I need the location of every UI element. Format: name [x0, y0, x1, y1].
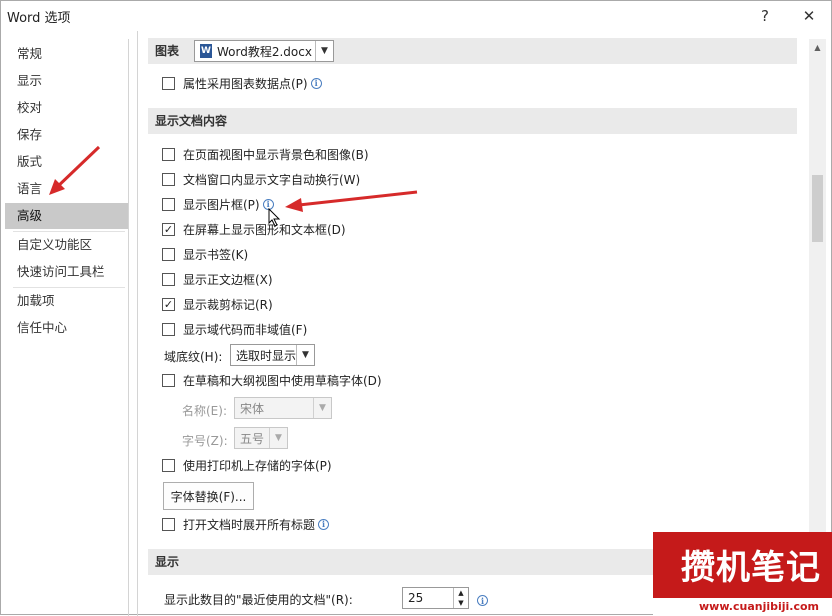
sidebar-item-proofing[interactable]: 校对	[5, 95, 128, 121]
sidebar-item-typography[interactable]: 版式	[5, 149, 128, 175]
recent-docs-value: 25	[408, 591, 424, 605]
word-options-dialog: Word 选项 ? ✕ 常规 显示 校对 保存 版式 语言 高级 自定义功能区 …	[0, 0, 832, 616]
dialog-title: Word 选项	[7, 11, 71, 26]
word-doc-icon: W	[200, 44, 212, 58]
watermark-logo: 攒机笔记 www.cuanjibiji.com	[653, 532, 832, 616]
checkbox[interactable]	[162, 322, 175, 336]
sidebar-item-trust-center[interactable]: 信任中心	[5, 315, 128, 341]
sidebar-item-customize-ribbon[interactable]: 自定义功能区	[5, 232, 128, 258]
field-shading-select[interactable]: 选取时显示 ▼	[230, 344, 315, 366]
checkbox[interactable]	[162, 458, 175, 472]
option-label: 在草稿和大纲视图中使用草稿字体(D)	[183, 373, 382, 388]
font-name-label: 名称(E):	[182, 404, 227, 418]
scroll-up-icon[interactable]: ▲	[809, 39, 826, 56]
chevron-down-icon[interactable]: ▼	[315, 41, 333, 61]
sidebar: 常规 显示 校对 保存 版式 语言 高级 自定义功能区 快速访问工具栏 加载项 …	[5, 39, 129, 616]
spin-up-icon[interactable]: ▲	[453, 588, 468, 598]
option-label: 使用打印机上存储的字体(P)	[183, 458, 332, 473]
spin-down-icon[interactable]: ▼	[453, 598, 468, 608]
scrollbar-thumb[interactable]	[812, 175, 823, 242]
checkbox[interactable]	[162, 172, 175, 186]
checkbox-checked[interactable]: ✓	[162, 297, 175, 311]
field-shading-value: 选取时显示	[236, 348, 297, 363]
info-icon[interactable]: i	[477, 595, 488, 606]
option-label: 显示书签(K)	[183, 247, 249, 262]
option-label: 在页面视图中显示背景色和图像(B)	[183, 147, 369, 162]
sidebar-item-general[interactable]: 常规	[5, 41, 128, 67]
option-label: 显示域代码而非域值(F)	[183, 322, 308, 337]
font-size-label: 字号(Z):	[182, 434, 228, 448]
sidebar-item-quick-access-toolbar[interactable]: 快速访问工具栏	[5, 259, 128, 285]
option-label: 显示裁剪标记(R)	[183, 297, 273, 312]
option-text-boundaries[interactable]: 显示正文边框(X)	[162, 269, 273, 289]
option-label: 显示图片框(P)	[183, 197, 260, 212]
recent-docs-label: 显示此数目的"最近使用的文档"(R):	[164, 593, 353, 607]
option-label: 属性采用图表数据点(P)	[183, 76, 308, 91]
sidebar-item-advanced[interactable]: 高级	[5, 203, 128, 229]
section-chart-label: 图表	[155, 44, 180, 58]
info-icon[interactable]: i	[310, 77, 322, 89]
option-printer-fonts[interactable]: 使用打印机上存储的字体(P)	[162, 455, 332, 475]
sidebar-item-save[interactable]: 保存	[5, 122, 128, 148]
chevron-down-icon[interactable]: ▼	[296, 345, 314, 365]
option-background-colors[interactable]: 在页面视图中显示背景色和图像(B)	[162, 144, 369, 164]
chevron-down-icon[interactable]: ▼	[269, 428, 287, 448]
chart-file-value: Word教程2.docx	[217, 44, 312, 59]
title-bar: Word 选项 ? ✕	[1, 1, 832, 31]
option-draft-font[interactable]: 在草稿和大纲视图中使用草稿字体(D)	[162, 370, 382, 390]
font-size-value: 五号	[240, 431, 265, 446]
sidebar-item-add-ins[interactable]: 加载项	[5, 288, 128, 314]
chart-datapoint-option[interactable]: 属性采用图表数据点(P) i	[162, 73, 322, 93]
checkbox[interactable]	[162, 147, 175, 161]
option-picture-placeholders[interactable]: 显示图片框(P) i	[162, 194, 274, 214]
checkbox[interactable]	[162, 373, 175, 387]
help-button[interactable]: ?	[743, 3, 787, 29]
checkbox[interactable]	[162, 76, 175, 90]
option-expand-headings[interactable]: 打开文档时展开所有标题 i	[162, 514, 330, 534]
recent-docs-spinner[interactable]: 25 ▲ ▼	[402, 587, 469, 609]
sidebar-item-language[interactable]: 语言	[5, 176, 128, 202]
option-field-codes[interactable]: 显示域代码而非域值(F)	[162, 319, 307, 339]
option-drawings-textboxes[interactable]: ✓ 在屏幕上显示图形和文本框(D)	[162, 219, 346, 239]
checkbox[interactable]	[162, 517, 175, 531]
option-crop-marks[interactable]: ✓ 显示裁剪标记(R)	[162, 294, 273, 314]
vertical-scrollbar[interactable]: ▲	[809, 39, 826, 616]
sidebar-item-display[interactable]: 显示	[5, 68, 128, 94]
font-size-select[interactable]: 五号 ▼	[234, 427, 288, 449]
option-label: 打开文档时展开所有标题	[183, 517, 316, 532]
watermark-box: 攒机笔记	[653, 532, 832, 598]
section-header: 显示文档内容	[155, 114, 228, 128]
options-content: 图表 W Word教程2.docx ▼ 属性采用图表数据点(P) i 显示文档内…	[137, 31, 809, 616]
checkbox[interactable]	[162, 197, 175, 211]
close-button[interactable]: ✕	[787, 3, 831, 29]
info-icon[interactable]: i	[318, 518, 330, 530]
section-header: 显示	[155, 555, 180, 569]
checkbox[interactable]	[162, 247, 175, 261]
font-substitution-button[interactable]: 字体替换(F)...	[163, 482, 254, 510]
field-shading-label: 域底纹(H):	[164, 350, 223, 364]
option-label: 在屏幕上显示图形和文本框(D)	[183, 222, 346, 237]
font-name-value: 宋体	[240, 401, 265, 416]
option-label: 显示正文边框(X)	[183, 272, 273, 287]
chevron-down-icon[interactable]: ▼	[313, 398, 331, 418]
info-icon[interactable]: i	[262, 198, 274, 210]
font-name-select[interactable]: 宋体 ▼	[234, 397, 332, 419]
checkbox-checked[interactable]: ✓	[162, 222, 175, 236]
watermark-text: 攒机笔记	[681, 548, 821, 588]
option-label: 文档窗口内显示文字自动换行(W)	[183, 172, 361, 187]
watermark-url: www.cuanjibiji.com	[699, 600, 820, 613]
option-wrap-text[interactable]: 文档窗口内显示文字自动换行(W)	[162, 169, 360, 189]
option-bookmarks[interactable]: 显示书签(K)	[162, 244, 248, 264]
chart-file-select[interactable]: W Word教程2.docx ▼	[194, 40, 334, 62]
section-document-content: 显示文档内容	[148, 108, 797, 134]
checkbox[interactable]	[162, 272, 175, 286]
